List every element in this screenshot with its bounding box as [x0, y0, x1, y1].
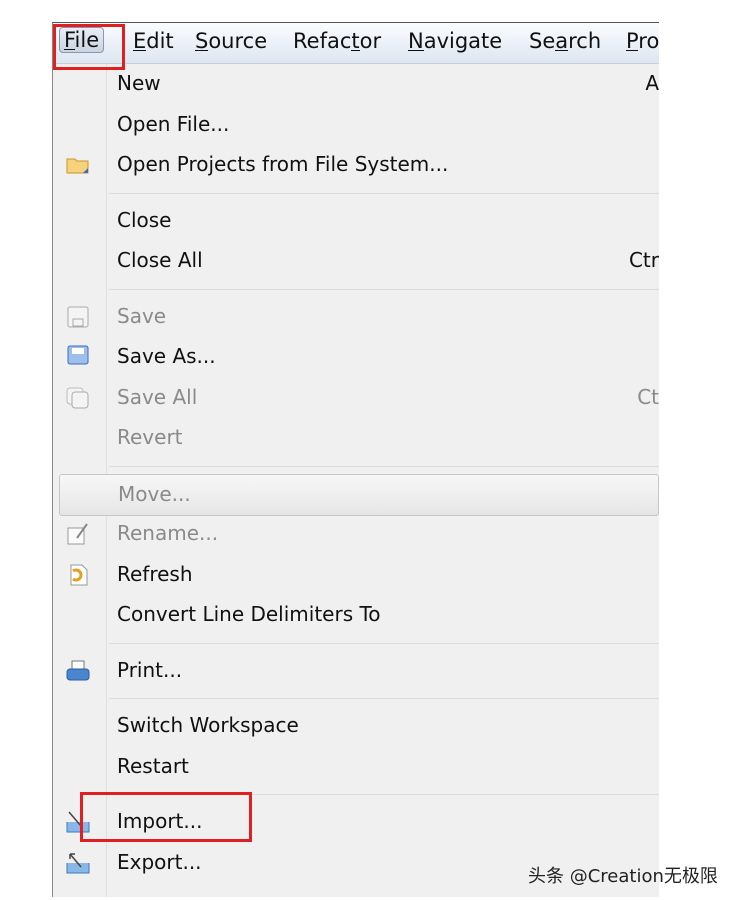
- menu-item-shortcut: A: [645, 71, 659, 95]
- menu-item-shortcut: Ct: [637, 384, 659, 409]
- menubar-item-file[interactable]: File: [59, 27, 105, 53]
- menubar-label: Navigate: [408, 29, 503, 53]
- refresh-icon: [65, 563, 91, 587]
- mnemonic-underline: [195, 50, 209, 51]
- menubar-item-navigate[interactable]: Navigate: [408, 29, 502, 53]
- menu-item-revert[interactable]: Revert: [53, 418, 659, 458]
- menu-item-new[interactable]: New A: [53, 64, 659, 104]
- menubar-label: Pro: [626, 29, 660, 53]
- menubar-label: Edit: [133, 29, 174, 53]
- export-icon: [65, 851, 91, 875]
- menu-item-label: Open File...: [117, 111, 230, 136]
- menu-item-restart[interactable]: Restart: [53, 747, 659, 787]
- menubar-label: Source: [195, 29, 268, 53]
- save-icon: [65, 305, 91, 329]
- menu-bar: File Edit Source Refactor Navigate Searc…: [53, 23, 659, 64]
- menu-separator: [109, 465, 659, 467]
- menu-item-close[interactable]: Close: [53, 201, 659, 241]
- menu-item-label: Open Projects from File System...: [117, 152, 449, 176]
- menu-separator: [109, 794, 659, 795]
- print-icon: [65, 659, 91, 683]
- menu-item-move[interactable]: Move...: [59, 473, 659, 516]
- menu-item-label: Save As...: [117, 344, 216, 368]
- menu-item-convert-line-delimiters-to[interactable]: Convert Line Delimiters To: [53, 595, 659, 635]
- save-all-icon: [65, 386, 91, 410]
- menu-item-label: Import...: [117, 809, 203, 833]
- menu-separator: [109, 698, 659, 699]
- menubar-label: Search: [529, 29, 602, 53]
- menu-item-label: Export...: [117, 849, 202, 874]
- menu-item-shortcut: Ctr: [628, 248, 659, 272]
- menu-item-print[interactable]: Print...: [53, 651, 659, 691]
- mnemonic-underline: [351, 50, 360, 51]
- menu-item-label: Close: [117, 207, 172, 232]
- menubar-item-edit[interactable]: Edit: [133, 29, 174, 53]
- menu-item-close-all[interactable]: Close All Ctr: [53, 241, 659, 281]
- menu-item-label: Convert Line Delimiters To: [117, 602, 381, 626]
- menu-item-rename[interactable]: Rename...: [53, 514, 659, 554]
- menu-separator: [109, 288, 659, 290]
- menu-item-import[interactable]: Import...: [53, 802, 659, 842]
- menu-item-label: Switch Workspace: [117, 713, 299, 737]
- mnemonic-underline: [64, 49, 75, 50]
- menubar-item-project[interactable]: Pro: [626, 29, 659, 53]
- menu-item-label: Save: [117, 303, 167, 328]
- menu-item-switch-workspace[interactable]: Switch Workspace: [53, 706, 659, 746]
- mnemonic-underline: [133, 50, 147, 51]
- menubar-label: File: [64, 28, 100, 52]
- import-icon: [65, 810, 91, 834]
- menu-item-label: Revert: [117, 425, 183, 449]
- menu-item-save-as[interactable]: Save As...: [53, 337, 659, 377]
- menu-item-label: Refresh: [117, 561, 193, 586]
- mnemonic-underline: [408, 50, 424, 51]
- menu-item-label: Rename...: [117, 521, 219, 545]
- menu-separator: [109, 192, 659, 194]
- menubar-item-refactor[interactable]: Refactor: [293, 29, 381, 53]
- menu-item-open-projects-from-file-system[interactable]: Open Projects from File System...: [53, 145, 659, 185]
- menu-item-label: Save All: [117, 384, 198, 409]
- menu-item-label: Move...: [118, 481, 191, 506]
- menu-item-label: Restart: [117, 753, 189, 778]
- menu-item-save[interactable]: Save: [53, 297, 659, 337]
- mnemonic-underline: [626, 50, 639, 51]
- mnemonic-underline: [555, 50, 569, 51]
- menu-separator: [109, 642, 659, 644]
- save-as-icon: [65, 345, 91, 369]
- watermark: 头条 @Creation无极限: [528, 866, 718, 887]
- menubar-item-source[interactable]: Source: [195, 29, 267, 53]
- menu-item-label: Close All: [117, 248, 203, 272]
- menu-item-label: Print...: [117, 657, 183, 682]
- menu-item-save-all[interactable]: Save All Ct: [53, 378, 659, 418]
- menu-item-refresh[interactable]: Refresh: [53, 555, 659, 595]
- file-menu-panel: File Edit Source Refactor Navigate Searc…: [52, 22, 659, 897]
- menu-item-open-file[interactable]: Open File...: [53, 105, 659, 145]
- menu-item-label: New: [117, 71, 161, 95]
- menubar-label: Refactor: [293, 29, 382, 53]
- menubar-item-search[interactable]: Search: [529, 29, 601, 53]
- rename-icon: [65, 522, 91, 546]
- folder-icon: [65, 153, 91, 177]
